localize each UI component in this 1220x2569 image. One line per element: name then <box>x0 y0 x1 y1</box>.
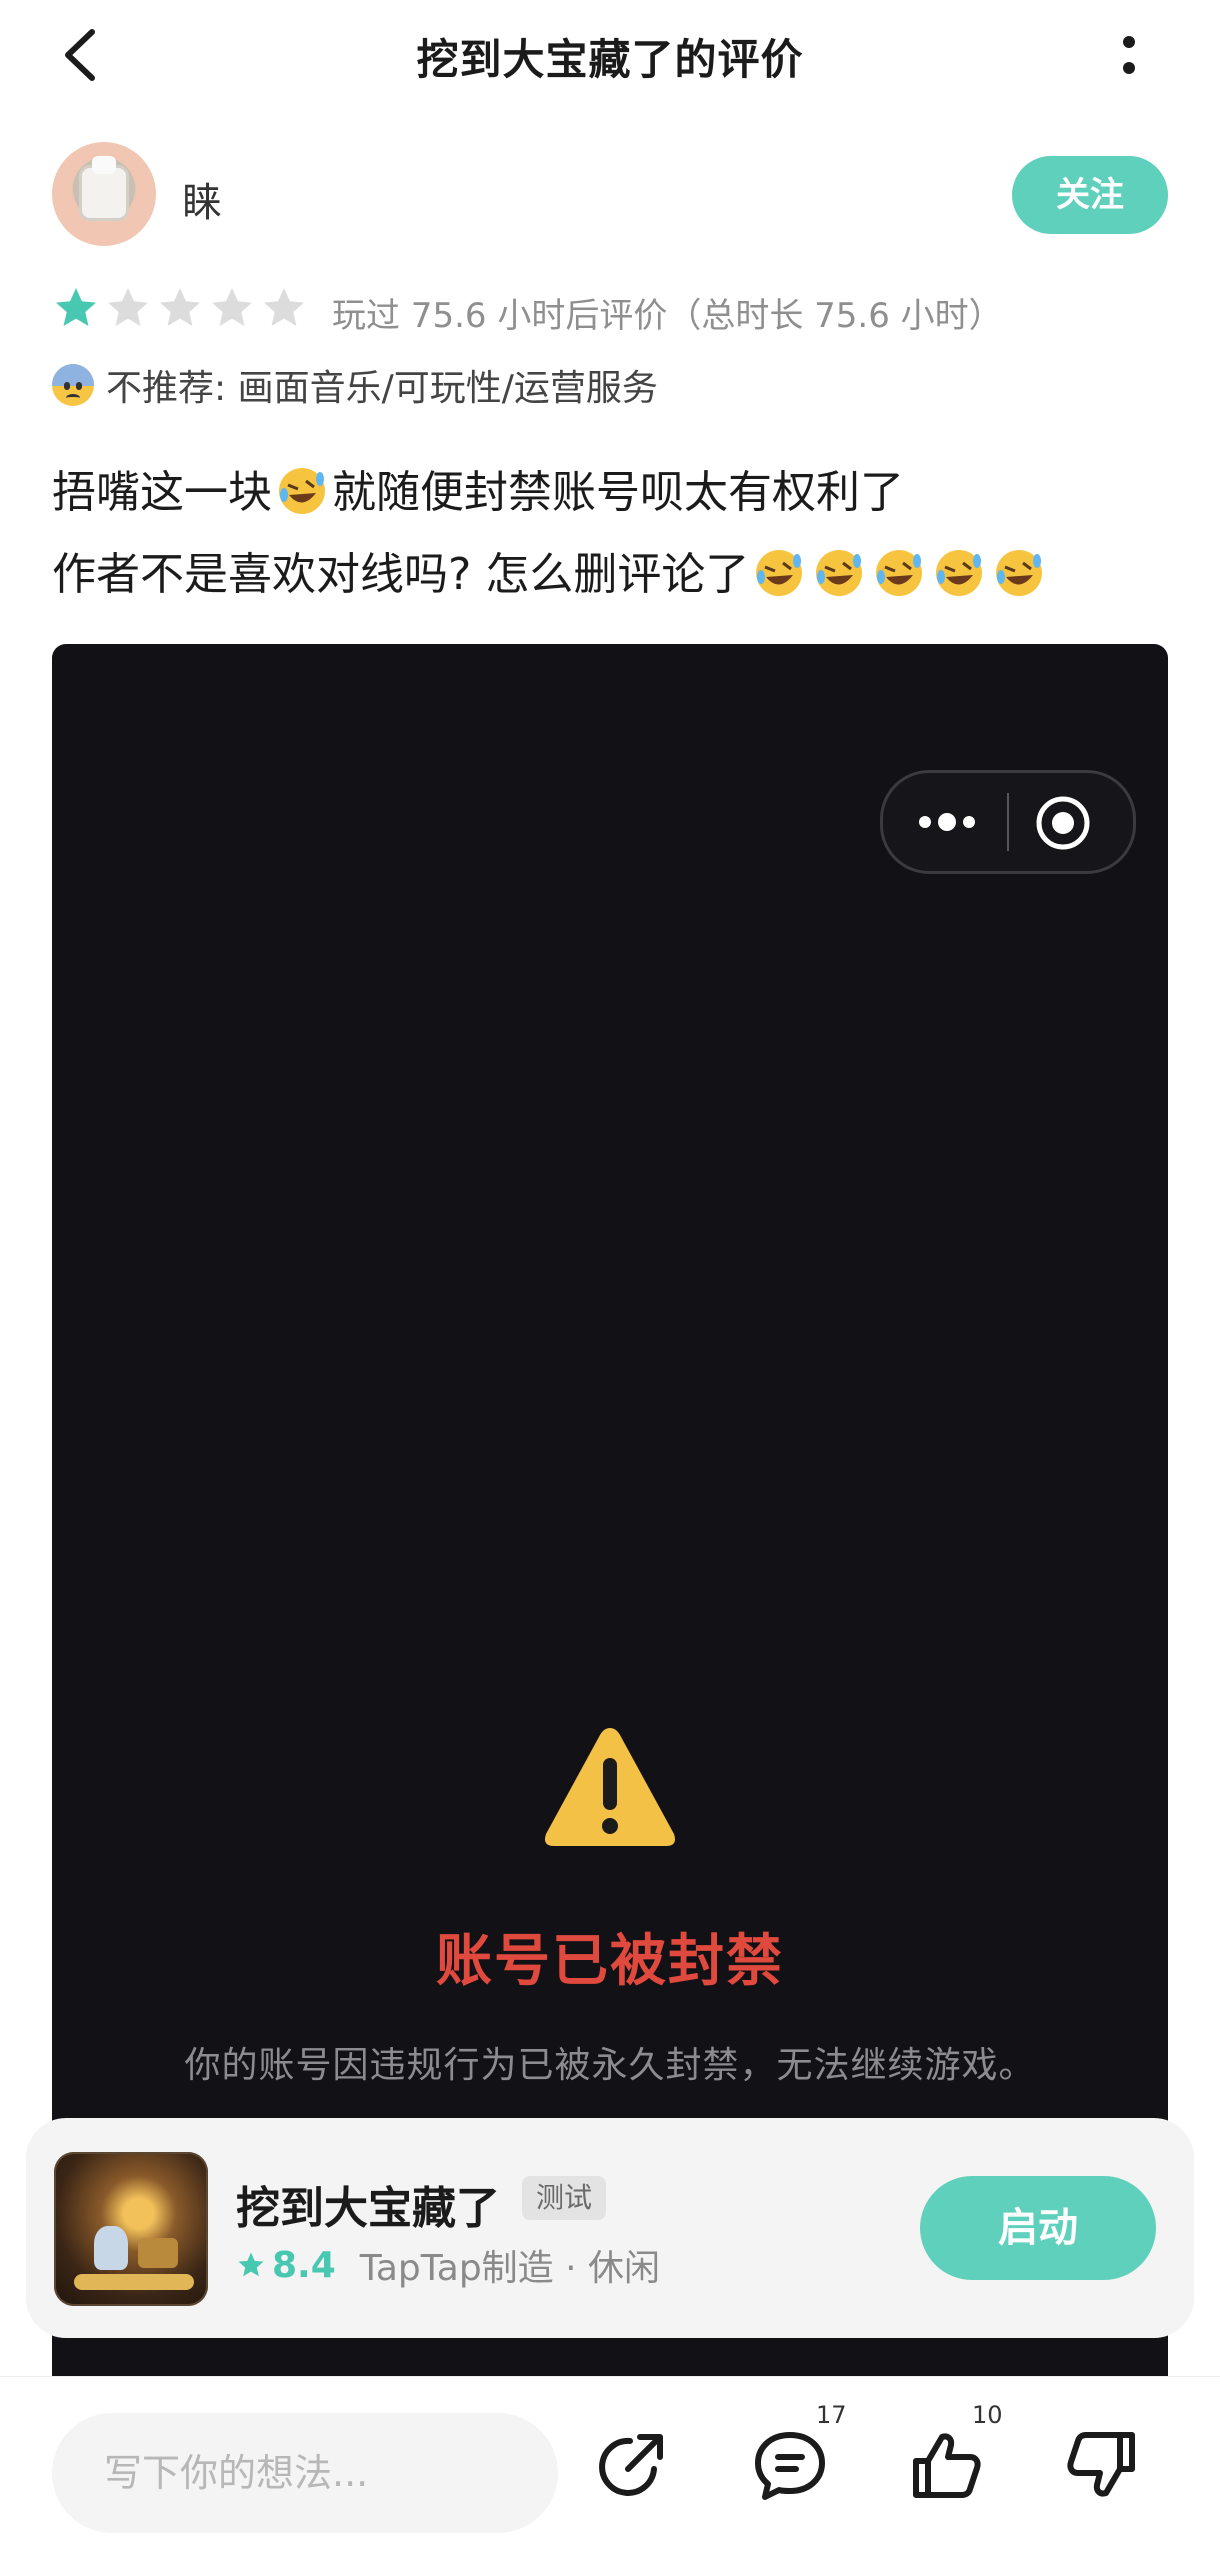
star-filled-icon <box>56 288 96 326</box>
review-text: 捂嘴这一块 就随便封禁账号呗太有权利了 作者不是喜欢对线吗? 怎么删评论了 <box>52 452 1172 616</box>
test-badge: 测试 <box>522 2176 607 2220</box>
rofl-emoji-icon <box>813 544 865 596</box>
recommendation-text: 不推荐: 画面音乐/可玩性/运营服务 <box>106 368 658 409</box>
follow-button[interactable]: 关注 <box>1012 156 1168 234</box>
star-icon <box>238 2252 264 2277</box>
ban-description: 你的账号因违规行为已被永久封禁，无法继续游戏。 <box>184 2045 1036 2086</box>
menu-dots-button[interactable] <box>903 787 1003 857</box>
header-bar: 挖到大宝藏了的评价 <box>0 0 1220 110</box>
vertical-dots-icon <box>1123 36 1135 48</box>
thumbs-up-icon <box>913 2433 981 2498</box>
comment-count: 17 <box>816 2401 847 2429</box>
game-meta: 8.4 TapTap制造 · 休闲 <box>236 2242 660 2289</box>
game-score: 8.4 <box>272 2244 336 2286</box>
avatar[interactable] <box>52 142 156 246</box>
rofl-emoji-icon <box>933 544 985 596</box>
like-count: 10 <box>972 2401 1003 2429</box>
bottom-action-bar: 17 10 <box>0 2376 1220 2569</box>
warning-icon <box>545 1728 675 1846</box>
comment-button[interactable] <box>748 2423 832 2507</box>
game-card[interactable]: 挖到大宝藏了 测试 8.4 TapTap制造 · 休闲 启动 <box>26 2118 1194 2338</box>
rofl-emoji-icon <box>753 544 805 596</box>
thumbs-down-icon <box>1067 2432 1135 2497</box>
launch-button[interactable]: 启动 <box>920 2176 1156 2280</box>
close-miniapp-button[interactable] <box>1033 793 1093 853</box>
recommendation-row: 不推荐: 画面音乐/可玩性/运营服务 <box>52 360 658 410</box>
share-icon <box>599 2434 663 2496</box>
comment-bubble-icon <box>755 2432 825 2500</box>
game-maker: TapTap制造 · 休闲 <box>359 2248 660 2289</box>
star-empty-icon <box>212 288 252 326</box>
like-button[interactable] <box>904 2423 988 2507</box>
play-time-info: 玩过 75.6 小时后评价（总时长 75.6 小时） <box>332 296 1003 336</box>
author-name[interactable]: 睐 <box>182 170 222 228</box>
target-circle-icon <box>1036 796 1090 850</box>
review-line: 捂嘴这一块 就随便封禁账号呗太有权利了 <box>52 452 1172 534</box>
star-empty-icon <box>108 288 148 326</box>
rofl-emoji-icon <box>276 462 328 514</box>
star-rating <box>52 284 308 332</box>
rofl-emoji-icon <box>873 544 925 596</box>
rofl-emoji-icon <box>993 544 1045 596</box>
horizontal-dots-icon <box>919 813 975 831</box>
comment-input[interactable] <box>52 2413 558 2533</box>
page-title: 挖到大宝藏了的评价 <box>416 35 804 84</box>
fearful-face-icon <box>52 364 94 406</box>
share-button[interactable] <box>590 2423 674 2507</box>
star-empty-icon <box>264 288 304 326</box>
miniapp-capsule <box>880 770 1136 874</box>
more-options-button[interactable] <box>1105 22 1153 88</box>
ban-title: 账号已被封禁 <box>436 1929 784 1994</box>
star-empty-icon <box>160 288 200 326</box>
game-icon <box>54 2152 208 2306</box>
review-line: 作者不是喜欢对线吗? 怎么删评论了 <box>52 534 1172 616</box>
game-name: 挖到大宝藏了 <box>236 2183 500 2234</box>
dislike-button[interactable] <box>1060 2423 1144 2507</box>
